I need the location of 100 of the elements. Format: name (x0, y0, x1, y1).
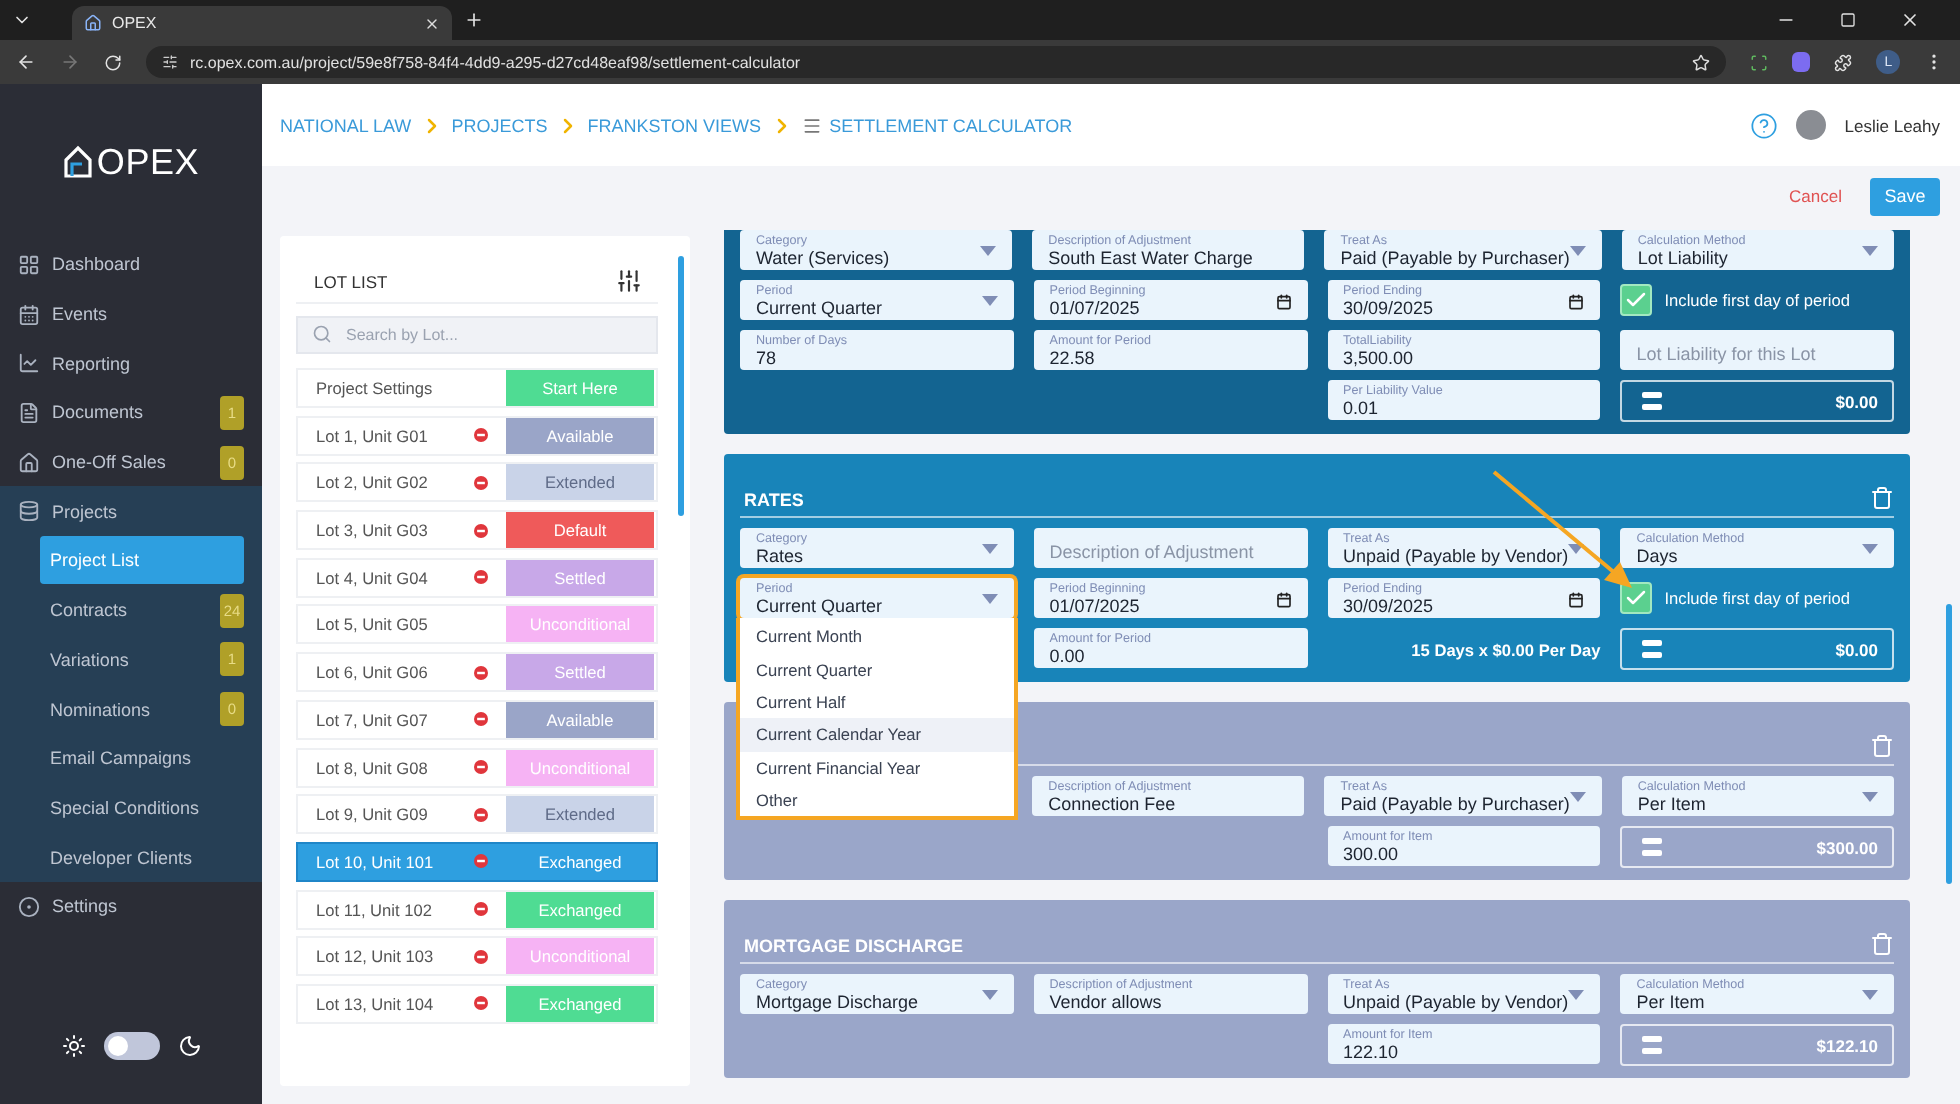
equals-icon (1642, 838, 1663, 856)
remove-icon[interactable] (474, 523, 488, 538)
equals-icon (1642, 392, 1663, 410)
filter-icon[interactable] (616, 268, 642, 294)
nav-item[interactable]: Variations (40, 635, 220, 684)
input-field[interactable]: Lot Liability for this Lot (1620, 330, 1894, 370)
total-amount: $0.00 (1835, 391, 1878, 411)
nav-item[interactable]: Dashboard (18, 240, 244, 290)
nav-icon (18, 253, 40, 276)
status-badge: Settled (506, 559, 654, 596)
remove-icon[interactable] (474, 665, 488, 680)
lot-name: Project Settings (314, 378, 435, 398)
trash-icon[interactable] (1870, 486, 1894, 510)
remove-icon[interactable] (474, 760, 488, 774)
nav-item[interactable]: One-Off Sales (18, 437, 220, 487)
lot-row[interactable]: Lot 1, Unit G01 Available (296, 415, 658, 456)
dropdown-option[interactable]: Current Calendar Year (740, 718, 1014, 752)
remove-icon[interactable] (474, 475, 488, 490)
caret-icon (1862, 990, 1878, 1000)
lot-name: Lot 13, Unit 104 (314, 993, 436, 1014)
lot-row[interactable]: Lot 6, Unit G06 Settled (296, 652, 658, 693)
extensions-icon[interactable] (1834, 53, 1853, 71)
remove-icon[interactable] (474, 807, 488, 822)
check-icon (1624, 288, 1649, 312)
nav-item[interactable]: Reporting (18, 338, 244, 389)
remove-icon[interactable] (474, 712, 488, 727)
calendar-icon[interactable] (1275, 293, 1291, 309)
user-avatar[interactable] (1796, 110, 1827, 140)
lot-row[interactable]: Lot 11, Unit 102 Exchanged (296, 889, 658, 930)
calculation-note: 15 Days x $0.00 Per Day (1411, 639, 1601, 659)
close-icon[interactable] (424, 15, 440, 31)
remove-icon[interactable] (474, 854, 488, 869)
logo-text: OPEX (96, 141, 200, 183)
back-icon[interactable] (16, 52, 36, 72)
status-badge: Available (506, 417, 654, 454)
nav-item[interactable]: Email Campaigns (40, 734, 244, 783)
total-amount: $0.00 (1835, 639, 1878, 659)
lot-name: Lot 1, Unit G01 (314, 425, 430, 446)
new-tab-icon[interactable] (464, 10, 484, 30)
lot-row[interactable]: Lot 2, Unit G02 Extended (296, 462, 658, 503)
checkbox[interactable] (1620, 284, 1653, 316)
lot-row[interactable]: Lot 12, Unit 103 Unconditional (296, 936, 658, 977)
site-info-icon[interactable] (162, 54, 178, 70)
calendar-icon[interactable] (1568, 293, 1585, 309)
caret-icon (981, 544, 998, 554)
check-icon (1624, 586, 1649, 610)
remove-icon[interactable] (474, 570, 488, 585)
total-amount: $122.10 (1816, 1035, 1878, 1055)
maximize-icon[interactable] (1840, 12, 1856, 28)
lot-name: Lot 7, Unit G07 (314, 709, 430, 730)
checkbox[interactable] (1620, 582, 1653, 614)
equals-icon (1642, 1036, 1663, 1054)
lot-row[interactable]: Lot 3, Unit G03 Default (296, 510, 658, 551)
bookmark-icon[interactable] (1691, 53, 1710, 71)
list-icon (801, 115, 822, 135)
nav-item[interactable]: Nominations (40, 685, 220, 734)
lot-name: Lot 2, Unit G02 (314, 472, 430, 493)
nav-item[interactable]: Documents (18, 388, 220, 438)
nav-icon (18, 895, 40, 918)
remove-icon[interactable] (474, 428, 488, 443)
browser-tab[interactable]: OPEX (72, 6, 452, 40)
calendar-icon[interactable] (1275, 591, 1291, 607)
input-field[interactable]: Description of Adjustment (1033, 528, 1307, 568)
caret-icon (1861, 792, 1878, 802)
scrollbar[interactable] (678, 256, 684, 516)
lot-name: Lot 8, Unit G08 (314, 757, 430, 777)
checkbox-label: Include first day of period (1664, 588, 1850, 608)
reload-icon[interactable] (104, 53, 122, 71)
search-icon (312, 324, 332, 344)
scrollbar[interactable] (1946, 604, 1952, 884)
caret-icon (1568, 990, 1585, 1000)
search-field[interactable]: Search by Lot... (296, 316, 658, 354)
remove-icon[interactable] (474, 902, 488, 917)
remove-icon[interactable] (474, 949, 488, 964)
extension-icon[interactable] (1791, 52, 1811, 72)
address-bar[interactable]: rc.opex.com.au/project/59e8f758-84f4-4dd9-a295-d27cd48eaf98/settlement-calculator (146, 46, 1726, 78)
help-icon[interactable] (1750, 111, 1779, 139)
lot-row[interactable]: Project Settings Start Here (296, 368, 658, 408)
nav-item[interactable]: Events (18, 289, 244, 339)
lot-row[interactable]: Lot 13, Unit 104 Exchanged (296, 983, 658, 1024)
calendar-icon[interactable] (1568, 591, 1585, 607)
lot-name: Lot 12, Unit 103 (314, 946, 436, 967)
lot-row[interactable]: Lot 7, Unit G07 Available (296, 699, 658, 740)
lot-row[interactable]: Lot 9, Unit G09 Extended (296, 794, 658, 835)
nav-icon (18, 500, 40, 523)
nav-item[interactable]: Special Conditions (40, 783, 244, 832)
close-icon[interactable] (1900, 10, 1920, 30)
total-amount: $300.00 (1816, 837, 1878, 857)
status-badge: Exchanged (506, 891, 654, 928)
lot-row[interactable]: Lot 8, Unit G08 Unconditional (296, 747, 658, 787)
theme-toggle[interactable] (103, 1032, 159, 1060)
remove-icon[interactable] (474, 996, 488, 1011)
lot-row[interactable]: Lot 4, Unit G04 Settled (296, 557, 658, 598)
lot-row[interactable]: Lot 5, Unit G05 Unconditional (296, 604, 658, 645)
lot-name: Lot 11, Unit 102 (314, 899, 434, 920)
nav-item[interactable]: Projects (18, 486, 244, 537)
nav-item[interactable]: Developer Clients (40, 833, 244, 882)
nav-item[interactable]: Settings (18, 881, 244, 932)
nav-item[interactable]: Contracts (40, 586, 220, 635)
scan-icon[interactable] (1749, 53, 1768, 71)
